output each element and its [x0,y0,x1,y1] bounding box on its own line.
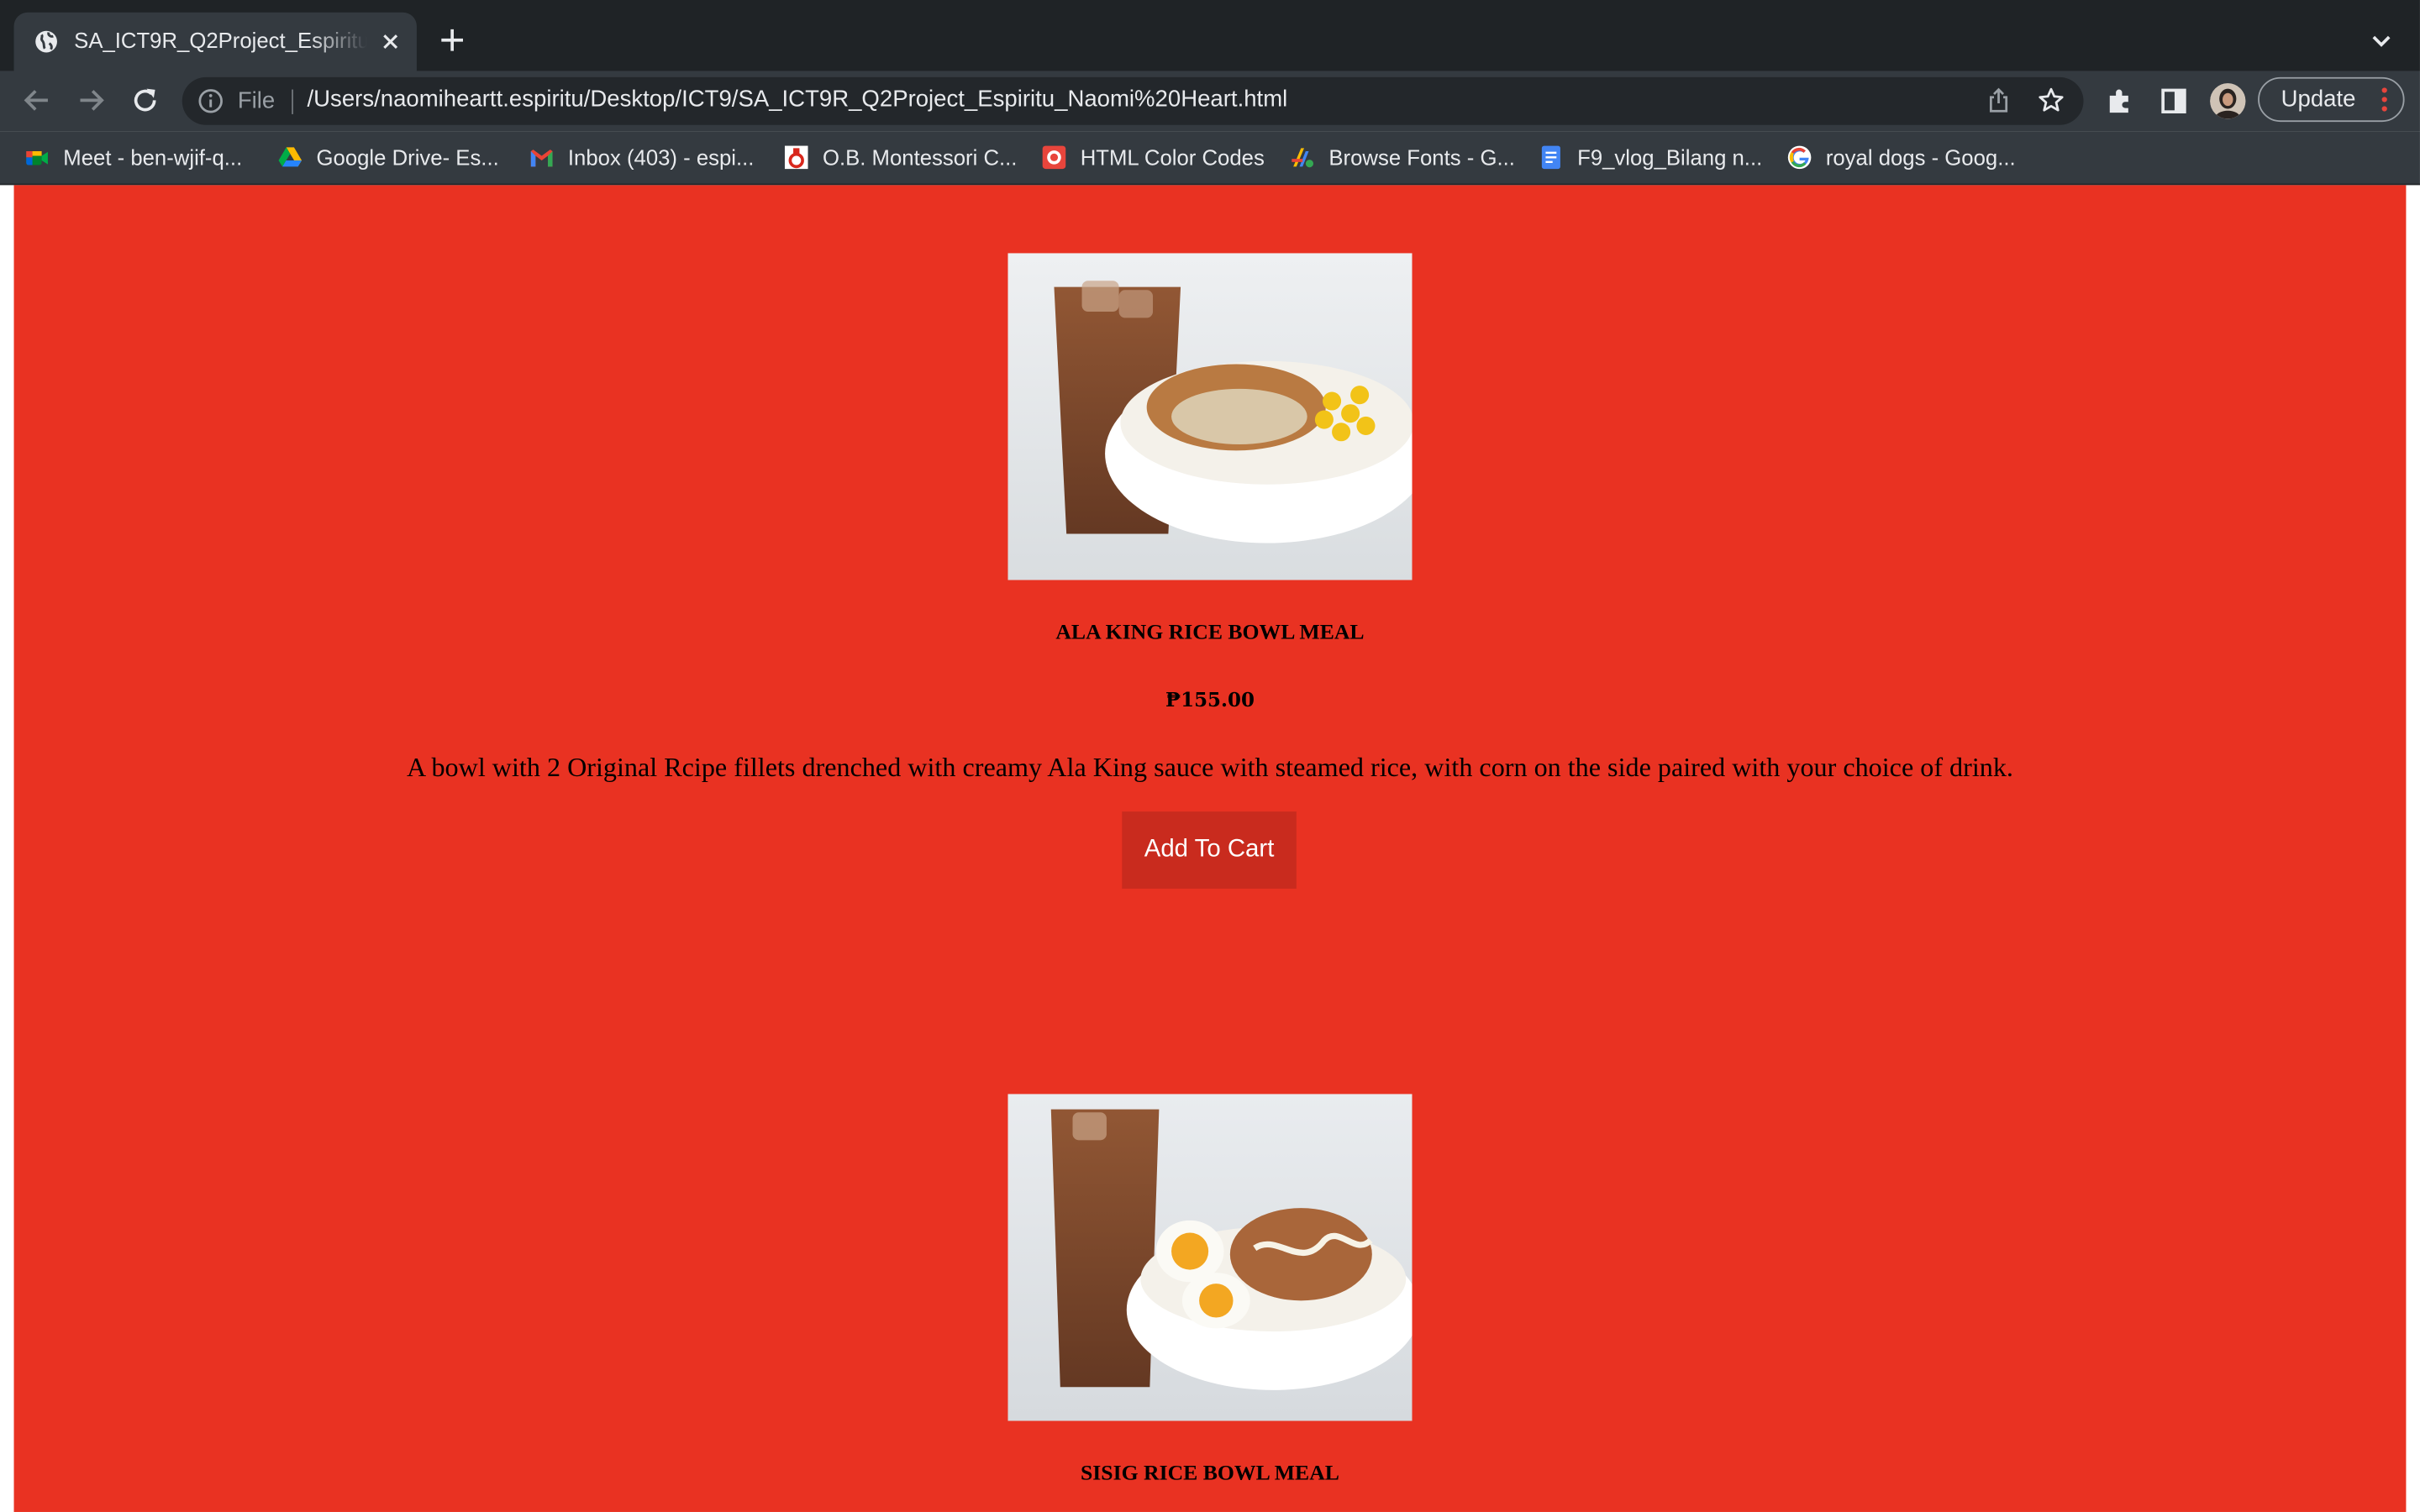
side-panel-icon[interactable] [2160,87,2189,116]
update-button[interactable]: Update [2258,76,2405,123]
gmail-icon [530,150,553,167]
bookmark-label: HTML Color Codes [1080,144,1265,171]
product-name: ALA KING RICE BOWL MEAL [1055,622,1365,645]
extensions-puzzle-icon[interactable] [2105,87,2134,116]
info-icon[interactable] [197,88,224,114]
profile-avatar[interactable] [2210,83,2246,119]
bookmark-label: Meet - ben-wjif-q... [63,144,243,171]
browser-window: SA_ICT9R_Q2Project_Espiritu_Naomi Heart [0,0,2420,1512]
active-tab[interactable]: SA_ICT9R_Q2Project_Espiritu_Naomi Heart [13,12,417,71]
url-scheme-label: File [237,87,276,114]
school-icon [784,145,808,170]
back-arrow-icon[interactable] [22,85,53,116]
product-image [1007,1094,1413,1421]
toolbar: File /Users/naomiheartt.espiritu/Desktop… [0,71,2420,132]
tab-strip: SA_ICT9R_Q2Project_Espiritu_Naomi Heart [0,0,2420,71]
google-docs-icon [1541,145,1560,170]
bookmark-label: royal dogs - Goog... [1825,144,2016,171]
bookmark-label: O.B. Montessori C... [822,144,1018,171]
google-drive-icon [278,147,302,167]
color-codes-icon [1042,145,1066,170]
bookmarks-bar: Meet - ben-wjif-q... Google Drive- Es...… [0,131,2420,186]
product-name: SISIG RICE BOWL MEAL [1080,1462,1339,1486]
bookmark-label: Google Drive- Es... [316,144,499,171]
product-price: ₱155.00 [1165,688,1255,711]
product-image [1007,253,1413,580]
add-to-cart-button[interactable]: Add To Cart [1122,811,1297,889]
url-text[interactable]: /Users/naomiheartt.espiritu/Desktop/ICT9… [308,87,1288,113]
update-label: Update [2281,86,2356,113]
reload-icon[interactable] [129,85,160,116]
bookmark-label: Inbox (403) - espi... [567,144,755,171]
menu-section: ALA KING RICE BOWL MEAL ₱155.00 A bowl w… [13,185,2407,1512]
google-fonts-icon [1292,148,1314,168]
page-viewport: ALA KING RICE BOWL MEAL ₱155.00 A bowl w… [0,185,2420,1512]
more-vert-icon[interactable] [2381,87,2387,113]
bookmark-star-icon[interactable] [2037,87,2065,114]
address-bar[interactable]: File /Users/naomiheartt.espiritu/Desktop… [182,76,2084,125]
google-icon [1787,145,1812,170]
forward-arrow-icon[interactable] [76,85,107,116]
share-icon[interactable] [1985,87,2012,114]
globe-icon [35,30,57,53]
new-tab-icon[interactable] [437,24,468,55]
google-meet-icon [26,150,48,165]
url-separator [292,89,293,114]
tab-title: SA_ICT9R_Q2Project_Espiritu_Naomi Heart [74,28,367,53]
chevron-down-icon[interactable] [2367,26,2395,54]
close-tab-icon[interactable] [378,29,402,54]
bookmark-label: F9_vlog_Bilang n... [1577,144,1763,171]
bookmark-label: Browse Fonts - G... [1328,144,1515,171]
product-description: A bowl with 2 Original Rcipe fillets dre… [406,751,2013,783]
